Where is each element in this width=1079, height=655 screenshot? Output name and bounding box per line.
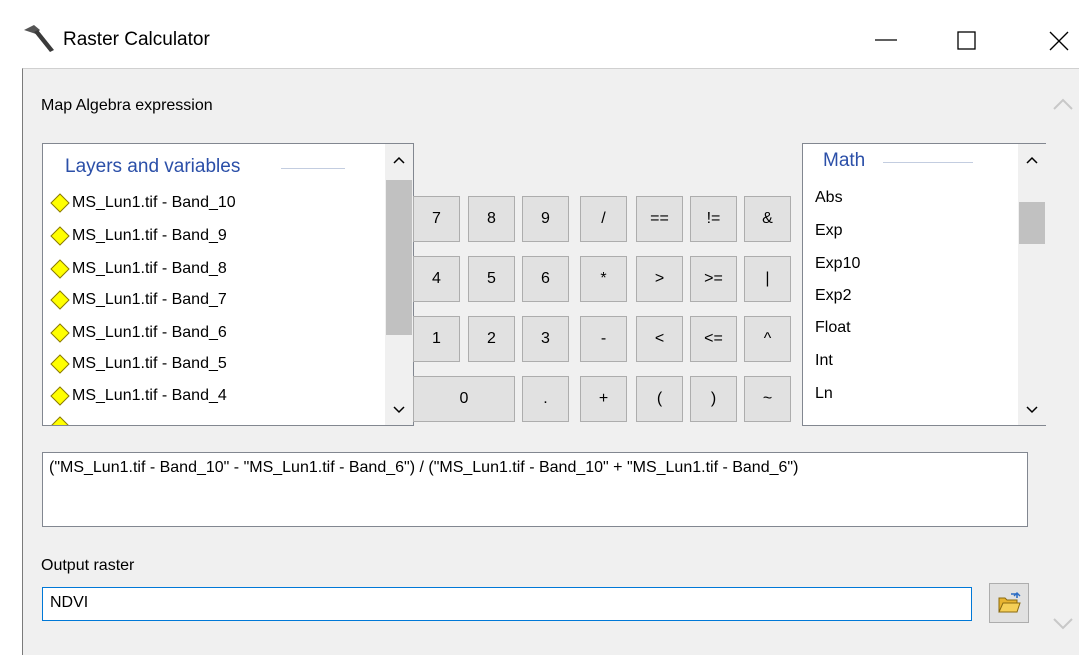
calc-key-decimal[interactable]: . (522, 376, 569, 422)
calc-key-equals[interactable]: == (636, 196, 683, 242)
math-item[interactable]: Exp2 (815, 287, 851, 305)
raster-layer-diamond-icon (50, 386, 70, 406)
calc-key-1[interactable]: 1 (413, 316, 460, 362)
layers-header-divider (281, 168, 345, 169)
calc-key-divide[interactable]: / (580, 196, 627, 242)
chevron-up-icon[interactable] (1046, 87, 1079, 121)
calc-key-or[interactable]: | (744, 256, 791, 302)
raster-layer-diamond-icon (50, 323, 70, 343)
math-item[interactable]: Exp (815, 222, 843, 240)
layer-item[interactable]: MS_Lun1.tif - Band_6 (50, 319, 227, 347)
math-item[interactable]: Abs (815, 189, 843, 207)
scroll-up-arrow-icon[interactable] (385, 146, 413, 174)
layer-item-label: MS_Lun1.tif - Band_5 (72, 355, 227, 372)
layer-item[interactable]: MS_Lun1.tif - Band_7 (50, 286, 227, 314)
layer-item-label: MS_Lun1.tif - Band_7 (72, 291, 227, 308)
window-title: Raster Calculator (63, 29, 210, 50)
scroll-down-arrow-icon[interactable] (1018, 396, 1046, 424)
layers-scrollbar[interactable] (385, 144, 413, 425)
calc-key-greater[interactable]: > (636, 256, 683, 302)
calc-key-open-paren[interactable]: ( (636, 376, 683, 422)
expression-label: Map Algebra expression (41, 97, 213, 114)
maximize-button[interactable] (946, 20, 986, 60)
layer-item[interactable]: MS_Lun1.tif - Band_9 (50, 222, 227, 250)
layer-item[interactable]: MS_Lun1.tif - Band_5 (50, 350, 227, 378)
math-item[interactable]: Int (815, 352, 833, 370)
layer-item-label: MS_Lun1.tif - Band_4 (72, 387, 227, 404)
close-icon (1049, 31, 1069, 51)
calc-key-2[interactable]: 2 (468, 316, 515, 362)
chevron-down-icon[interactable] (1046, 607, 1079, 641)
calc-key-minus[interactable]: - (580, 316, 627, 362)
math-scroll-thumb[interactable] (1019, 202, 1045, 244)
math-item[interactable]: Exp10 (815, 255, 860, 273)
math-scrollbar[interactable] (1018, 144, 1046, 425)
calc-key-6[interactable]: 6 (522, 256, 569, 302)
layer-item[interactable]: MS_Lun1.tif - Band_10 (50, 189, 236, 217)
calc-key-less-equal[interactable]: <= (690, 316, 737, 362)
calc-key-multiply[interactable]: * (580, 256, 627, 302)
calc-key-greater-equal[interactable]: >= (690, 256, 737, 302)
calc-key-9[interactable]: 9 (522, 196, 569, 242)
browse-button[interactable] (989, 583, 1029, 623)
hammer-icon (24, 25, 54, 52)
scroll-down-arrow-icon[interactable] (385, 396, 413, 424)
calc-key-not-equals[interactable]: != (690, 196, 737, 242)
layer-item-label: MS_Lun1.tif - Band_10 (72, 194, 236, 211)
calc-key-and[interactable]: & (744, 196, 791, 242)
raster-layer-diamond-icon (50, 290, 70, 310)
raster-layer-diamond-icon (50, 354, 70, 374)
math-group-header: Math (823, 150, 866, 171)
open-folder-icon (998, 592, 1021, 613)
close-button[interactable] (1038, 20, 1078, 60)
title-bar: Raster Calculator (0, 0, 1079, 70)
calc-key-not[interactable]: ~ (744, 376, 791, 422)
maximize-icon (957, 31, 976, 50)
scroll-up-arrow-icon[interactable] (1018, 146, 1046, 174)
layers-scroll-thumb[interactable] (386, 180, 412, 335)
calc-key-0[interactable]: 0 (413, 376, 515, 422)
layer-item-partial[interactable] (50, 412, 72, 425)
raster-layer-diamond-icon (50, 193, 70, 213)
layer-item-label: MS_Lun1.tif - Band_6 (72, 324, 227, 341)
calc-key-xor[interactable]: ^ (744, 316, 791, 362)
layers-list[interactable]: Layers and variables MS_Lun1.tif - Band_… (42, 143, 414, 426)
calc-key-close-paren[interactable]: ) (690, 376, 737, 422)
layer-item[interactable]: MS_Lun1.tif - Band_8 (50, 255, 227, 283)
minimize-icon (875, 39, 897, 41)
raster-layer-diamond-icon (51, 416, 69, 425)
calc-key-plus[interactable]: + (580, 376, 627, 422)
calc-key-8[interactable]: 8 (468, 196, 515, 242)
expression-textarea[interactable]: ("MS_Lun1.tif - Band_10" - "MS_Lun1.tif … (42, 452, 1028, 527)
layers-group-header: Layers and variables (65, 156, 241, 177)
math-header-divider (883, 162, 973, 163)
calc-key-less[interactable]: < (636, 316, 683, 362)
calc-key-4[interactable]: 4 (413, 256, 460, 302)
layer-item-label: MS_Lun1.tif - Band_8 (72, 260, 227, 277)
raster-layer-diamond-icon (50, 226, 70, 246)
layer-item[interactable]: MS_Lun1.tif - Band_4 (50, 382, 227, 410)
dialog-scrollbar[interactable] (1046, 69, 1079, 655)
minimize-button[interactable] (866, 20, 906, 60)
layer-item-label: MS_Lun1.tif - Band_9 (72, 227, 227, 244)
calc-key-3[interactable]: 3 (522, 316, 569, 362)
math-item[interactable]: Float (815, 319, 851, 337)
output-raster-label: Output raster (41, 557, 135, 574)
raster-layer-diamond-icon (50, 259, 70, 279)
dialog-body: Map Algebra expression Layers and variab… (22, 68, 1079, 655)
math-functions-list[interactable]: Math Abs Exp Exp10 Exp2 Float Int Ln (802, 143, 1047, 426)
math-item[interactable]: Ln (815, 385, 833, 403)
output-raster-input[interactable]: NDVI (42, 587, 972, 621)
calc-key-5[interactable]: 5 (468, 256, 515, 302)
calc-key-7[interactable]: 7 (413, 196, 460, 242)
